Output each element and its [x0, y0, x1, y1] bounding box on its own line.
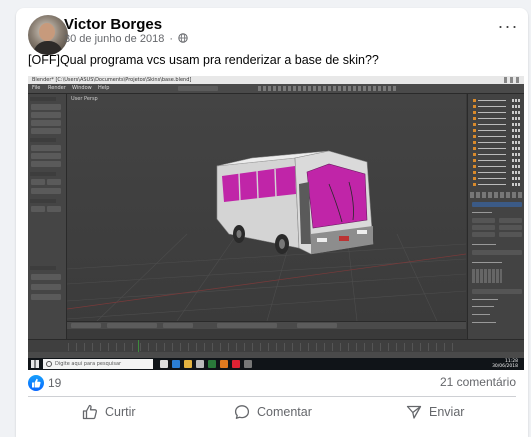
- properties-row: [472, 289, 522, 294]
- shelf-button: [31, 179, 45, 185]
- header-shading: [163, 323, 193, 328]
- properties-label: [472, 212, 492, 213]
- shelf-button: [31, 284, 61, 290]
- blender-3d-viewport[interactable]: User Persp: [67, 94, 466, 321]
- properties-label: [472, 262, 502, 263]
- chrome-icon: [232, 360, 240, 368]
- post-text: [OFF]Qual programa vcs usam pra renderiz…: [28, 53, 379, 67]
- blender-timeline: [28, 339, 524, 359]
- properties-row: [499, 218, 522, 223]
- bus-3d-model: [67, 150, 466, 321]
- thumbs-up-icon: [32, 378, 41, 388]
- windows-taskbar: Digite aqui para pesquisar 11:28 30/06/2…: [28, 358, 524, 370]
- windows-start-icon: [31, 360, 39, 368]
- properties-row: [472, 218, 495, 223]
- shelf-button: [31, 161, 61, 167]
- edge-icon: [172, 360, 180, 368]
- shelf-button: [31, 206, 45, 212]
- app-icon: [208, 360, 216, 368]
- comment-icon: [234, 405, 250, 419]
- task-view-icon: [160, 360, 168, 368]
- shelf-button: [31, 274, 61, 280]
- properties-label: [472, 314, 490, 315]
- timeline-ticks: [68, 343, 458, 351]
- shelf-button: [31, 188, 61, 194]
- blender-menu-file: File: [32, 85, 41, 91]
- shelf-button: [31, 145, 61, 151]
- header-menu: [107, 323, 157, 328]
- blender-menu-render: Render: [48, 85, 66, 91]
- search-icon: [46, 361, 52, 367]
- properties-row: [472, 250, 522, 255]
- shelf-button: [31, 153, 61, 159]
- author-name[interactable]: Victor Borges: [64, 16, 162, 33]
- file-explorer-icon: [184, 360, 192, 368]
- clock-date: 30/06/2018: [492, 364, 518, 369]
- send-icon: [406, 405, 422, 419]
- send-button[interactable]: Enviar: [406, 402, 464, 422]
- comment-button[interactable]: Comentar: [234, 402, 312, 422]
- header-tools: [217, 323, 277, 328]
- shelf-button: [47, 179, 61, 185]
- meta-separator: ·: [169, 33, 174, 45]
- properties-row: [499, 225, 522, 230]
- like-button[interactable]: Curtir: [82, 402, 136, 422]
- shelf-button: [31, 104, 61, 110]
- comment-label: Comentar: [257, 405, 312, 419]
- properties-tabs: [470, 192, 523, 198]
- post-image[interactable]: Blender* [C:\Users\ASUS\Documents\Projet…: [28, 76, 524, 370]
- properties-row: [472, 232, 495, 237]
- properties-label: [472, 306, 494, 307]
- shelf-section: [30, 172, 56, 176]
- properties-label: [472, 299, 498, 300]
- taskbar-search-box: Digite aqui para pesquisar: [43, 359, 153, 369]
- header-mode-selector: [71, 323, 101, 328]
- taskbar-clock: 11:28 30/06/2018: [492, 359, 518, 369]
- thumbs-up-icon: [82, 404, 98, 420]
- shelf-section: [30, 199, 56, 203]
- like-label: Curtir: [105, 405, 136, 419]
- blender-stats-text: [258, 86, 398, 91]
- post-date[interactable]: 30 de junho de 2018: [64, 33, 164, 45]
- shelf-button: [31, 120, 61, 126]
- author-avatar[interactable]: [28, 15, 68, 55]
- properties-row: [472, 225, 495, 230]
- divider: [28, 396, 516, 397]
- store-icon: [196, 360, 204, 368]
- blender-properties-panel: [467, 94, 524, 339]
- post-meta: 30 de junho de 2018 ·: [64, 33, 188, 45]
- more-options-button[interactable]: ···: [496, 17, 520, 40]
- blender-icon: [220, 360, 228, 368]
- comment-count[interactable]: 21 comentário: [440, 375, 516, 389]
- properties-row: [499, 232, 522, 237]
- properties-row: [472, 202, 522, 207]
- post-card: Victor Borges 30 de junho de 2018 · ··· …: [16, 8, 528, 437]
- blender-menu-bar: File Render Window Help: [28, 84, 524, 94]
- properties-label: [472, 322, 496, 323]
- send-label: Enviar: [429, 405, 465, 419]
- blender-viewport-header: [67, 321, 466, 329]
- blender-menu-help: Help: [98, 85, 110, 91]
- blender-tool-shelf: [28, 94, 67, 339]
- header-layers: [297, 323, 337, 328]
- like-reaction-icon: [28, 375, 44, 391]
- reaction-count: 19: [48, 376, 62, 390]
- app-icon: [244, 360, 252, 368]
- shelf-button: [31, 128, 61, 134]
- shelf-button: [31, 112, 61, 118]
- blender-scene-selector: [178, 86, 218, 91]
- shelf-button: [31, 294, 61, 300]
- window-controls-icon: [504, 77, 522, 83]
- avatar-face: [39, 23, 55, 41]
- blender-menu-window: Window: [72, 85, 92, 91]
- taskbar-search-placeholder: Digite aqui para pesquisar: [55, 361, 122, 367]
- globe-icon[interactable]: [178, 33, 188, 43]
- properties-label: [472, 244, 496, 245]
- blender-window-title: Blender* [C:\Users\ASUS\Documents\Projet…: [32, 77, 192, 83]
- shelf-section: [30, 138, 56, 142]
- properties-layer-grid: [472, 269, 502, 283]
- shelf-button: [47, 206, 61, 212]
- shelf-section: [30, 266, 56, 270]
- shelf-section: [30, 97, 56, 101]
